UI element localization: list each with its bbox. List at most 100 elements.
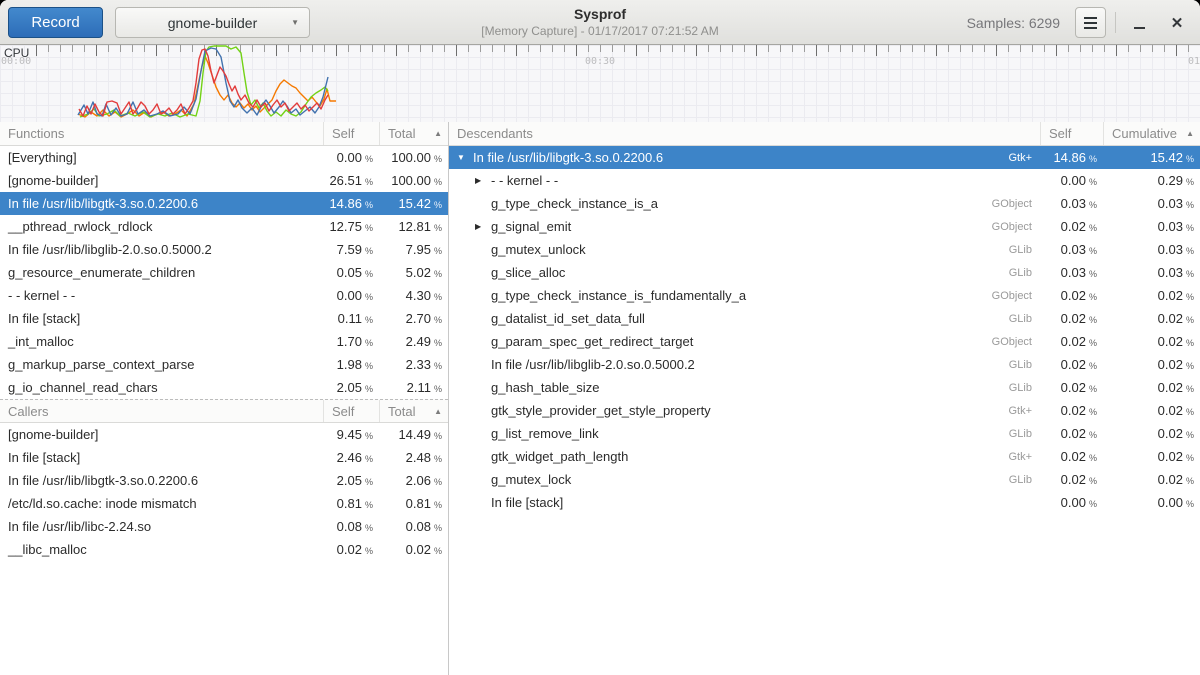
table-row[interactable]: g_io_channel_read_chars2.05%2.11% [0, 376, 448, 399]
table-row[interactable]: In file /usr/lib/libc-2.24.so0.08%0.08% [0, 515, 448, 538]
self-column-header[interactable]: Self [323, 122, 379, 145]
callers-table-header: Callers Self Total ▲ [0, 399, 448, 423]
tree-row[interactable]: g_hash_table_sizeGLib0.02%0.02% [449, 376, 1200, 399]
percent-value: 100.00% [379, 173, 448, 188]
close-button[interactable]: ✕ [1162, 7, 1192, 38]
percent-value: 0.00% [323, 288, 379, 303]
tree-row[interactable]: ▶g_signal_emitGObject0.02%0.03% [449, 215, 1200, 238]
table-row[interactable]: [gnome-builder]26.51%100.00% [0, 169, 448, 192]
table-row[interactable]: In file /usr/lib/libgtk-3.so.0.2200.614.… [0, 192, 448, 215]
percent-value: 12.81% [379, 219, 448, 234]
percent-value: 0.02% [1040, 380, 1103, 395]
descendant-name: g_datalist_id_set_data_fullGLib [449, 311, 1040, 326]
function-name: [gnome-builder] [0, 427, 323, 442]
table-row[interactable]: - - kernel - -0.00%4.30% [0, 284, 448, 307]
descendant-name: gtk_widget_path_lengthGtk+ [449, 449, 1040, 464]
percent-value: 2.11% [379, 380, 448, 395]
descendant-name: ▶- - kernel - - [449, 173, 1040, 188]
percent-value: 2.49% [379, 334, 448, 349]
percent-value: 0.02% [1103, 357, 1200, 372]
table-row[interactable]: /etc/ld.so.cache: inode mismatch0.81%0.8… [0, 492, 448, 515]
self-column-header[interactable]: Self [323, 400, 379, 422]
percent-value: 0.02% [323, 542, 379, 557]
percent-value: 15.42% [1103, 150, 1200, 165]
percent-value: 0.00% [1040, 173, 1103, 188]
function-name: In file [stack] [0, 450, 323, 465]
tree-row[interactable]: g_type_check_instance_is_aGObject0.03%0.… [449, 192, 1200, 215]
callers-table: [gnome-builder]9.45%14.49%In file [stack… [0, 423, 448, 561]
percent-value: 1.70% [323, 334, 379, 349]
percent-value: 14.49% [379, 427, 448, 442]
tree-row[interactable]: ▶- - kernel - -0.00%0.29% [449, 169, 1200, 192]
percent-value: 0.02% [1103, 380, 1200, 395]
table-row[interactable]: In file /usr/lib/libgtk-3.so.0.2200.62.0… [0, 469, 448, 492]
sort-ascending-icon: ▲ [1180, 129, 1194, 138]
expander-closed-icon[interactable]: ▶ [475, 176, 491, 185]
percent-value: 0.81% [379, 496, 448, 511]
expander-closed-icon[interactable]: ▶ [475, 222, 491, 231]
percent-value: 0.03% [1103, 219, 1200, 234]
table-row[interactable]: g_markup_parse_context_parse1.98%2.33% [0, 353, 448, 376]
descendant-name: g_hash_table_sizeGLib [449, 380, 1040, 395]
table-row[interactable]: In file /usr/lib/libglib-2.0.so.0.5000.2… [0, 238, 448, 261]
self-column-header[interactable]: Self [1040, 122, 1103, 145]
function-name: [Everything] [0, 150, 323, 165]
cpu-usage-graph[interactable]: CPU 00:00 00:30 01:00 [0, 45, 1200, 122]
minimize-button[interactable] [1124, 7, 1154, 38]
percent-value: 0.03% [1103, 242, 1200, 257]
table-row[interactable]: __libc_malloc0.02%0.02% [0, 538, 448, 561]
sort-ascending-icon: ▲ [428, 407, 442, 416]
function-name: __pthread_rwlock_rdlock [0, 219, 323, 234]
table-row[interactable]: g_resource_enumerate_children0.05%5.02% [0, 261, 448, 284]
percent-value: 0.02% [1103, 426, 1200, 441]
percent-value: 0.02% [1103, 472, 1200, 487]
chevron-down-icon: ▼ [291, 18, 299, 27]
percent-value: 2.06% [379, 473, 448, 488]
library-badge: GLib [1009, 244, 1040, 256]
tree-row[interactable]: g_list_remove_linkGLib0.02%0.02% [449, 422, 1200, 445]
tree-row[interactable]: g_datalist_id_set_data_fullGLib0.02%0.02… [449, 307, 1200, 330]
total-column-header[interactable]: Total ▲ [379, 400, 448, 422]
descendants-column-header[interactable]: Descendants [449, 122, 1040, 145]
tree-row[interactable]: gtk_style_provider_get_style_propertyGtk… [449, 399, 1200, 422]
sysprof-window: Record gnome-builder ▼ Sysprof [Memory C… [0, 0, 1200, 675]
descendant-name: g_param_spec_get_redirect_targetGObject [449, 334, 1040, 349]
hamburger-icon [1084, 17, 1097, 19]
descendants-table-header: Descendants Self Cumulative ▲ [449, 122, 1200, 146]
table-row[interactable]: In file [stack]2.46%2.48% [0, 446, 448, 469]
tree-row[interactable]: g_slice_allocGLib0.03%0.03% [449, 261, 1200, 284]
table-row[interactable]: [gnome-builder]9.45%14.49% [0, 423, 448, 446]
function-name: In file /usr/lib/libgtk-3.so.0.2200.6 [0, 196, 323, 211]
total-column-header[interactable]: Total ▲ [379, 122, 448, 145]
tree-row[interactable]: In file /usr/lib/libglib-2.0.so.0.5000.2… [449, 353, 1200, 376]
callers-column-header[interactable]: Callers [0, 400, 323, 422]
record-button[interactable]: Record [8, 7, 103, 38]
percent-value: 0.02% [1040, 311, 1103, 326]
cumulative-column-header[interactable]: Cumulative ▲ [1103, 122, 1200, 145]
tree-row[interactable]: gtk_widget_path_lengthGtk+0.02%0.02% [449, 445, 1200, 468]
process-selector-dropdown[interactable]: gnome-builder ▼ [115, 7, 310, 38]
tree-row[interactable]: g_mutex_unlockGLib0.03%0.03% [449, 238, 1200, 261]
percent-value: 0.02% [1103, 288, 1200, 303]
table-row[interactable]: __pthread_rwlock_rdlock12.75%12.81% [0, 215, 448, 238]
tree-row[interactable]: In file [stack]0.00%0.00% [449, 491, 1200, 514]
table-row[interactable]: In file [stack]0.11%2.70% [0, 307, 448, 330]
functions-column-header[interactable]: Functions [0, 122, 323, 145]
hamburger-menu-button[interactable] [1075, 7, 1106, 38]
percent-value: 2.05% [323, 380, 379, 395]
tree-row[interactable]: g_param_spec_get_redirect_targetGObject0… [449, 330, 1200, 353]
tree-row[interactable]: g_type_check_instance_is_fundamentally_a… [449, 284, 1200, 307]
percent-value: 14.86% [1040, 150, 1103, 165]
functions-callers-panel: Functions Self Total ▲ [Everything]0.00%… [0, 122, 449, 675]
table-row[interactable]: [Everything]0.00%100.00% [0, 146, 448, 169]
expander-open-icon[interactable]: ▼ [457, 153, 473, 162]
percent-value: 0.08% [379, 519, 448, 534]
functions-table-header: Functions Self Total ▲ [0, 122, 448, 146]
descendant-name: In file [stack] [449, 495, 1040, 510]
table-row[interactable]: _int_malloc1.70%2.49% [0, 330, 448, 353]
percent-value: 0.02% [1040, 288, 1103, 303]
tree-row[interactable]: g_mutex_lockGLib0.02%0.02% [449, 468, 1200, 491]
percent-value: 7.59% [323, 242, 379, 257]
descendant-name: ▼In file /usr/lib/libgtk-3.so.0.2200.6Gt… [449, 150, 1040, 165]
tree-row[interactable]: ▼In file /usr/lib/libgtk-3.so.0.2200.6Gt… [449, 146, 1200, 169]
